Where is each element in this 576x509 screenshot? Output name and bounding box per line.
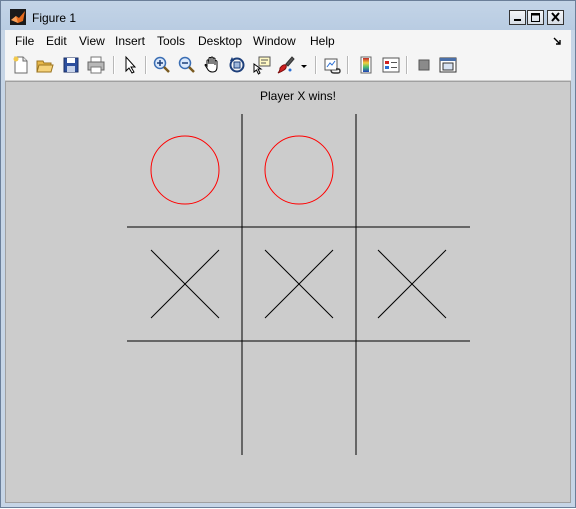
o-mark-r0-c0 [150, 135, 220, 205]
tic-tac-toe-board[interactable] [1, 1, 576, 509]
x-mark-r1-c1 [264, 249, 334, 319]
x-mark-r1-c0 [150, 249, 220, 319]
figure-window: Figure 1 File Edit View Insert Tools Des… [0, 0, 576, 508]
x-mark-r1-c2 [377, 249, 447, 319]
o-mark-r0-c1 [264, 135, 334, 205]
